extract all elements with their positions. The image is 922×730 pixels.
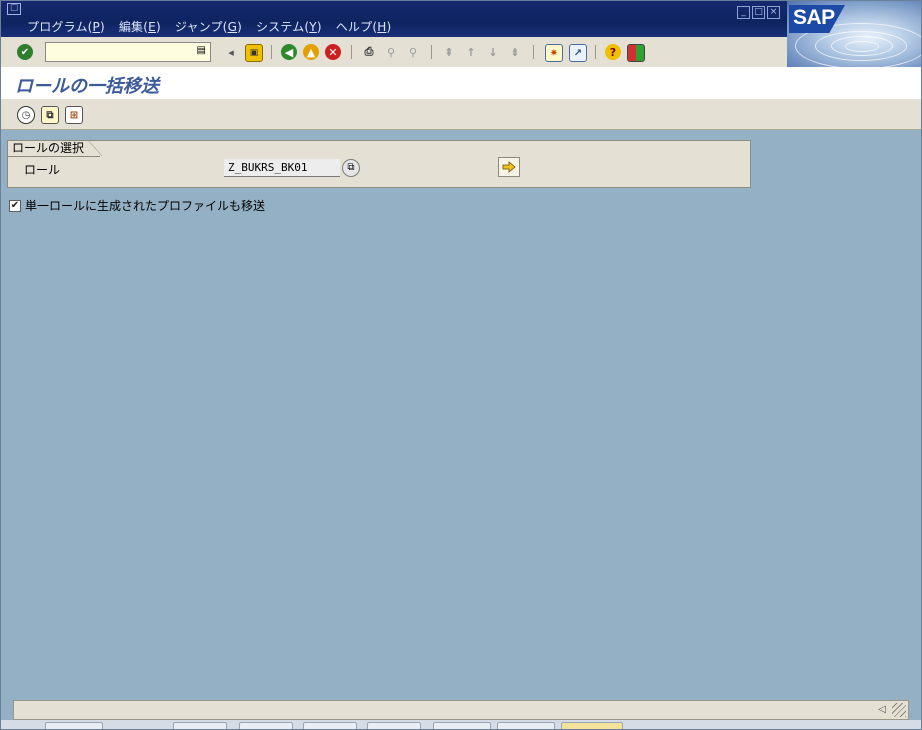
separator — [533, 45, 534, 59]
enter-icon[interactable]: ✔ — [17, 44, 33, 60]
menu-edit[interactable]: 編集(E) — [119, 18, 161, 35]
save-icon[interactable]: ▣ — [245, 44, 263, 62]
taskbar-button[interactable] — [239, 722, 293, 729]
taskbar-button[interactable] — [367, 722, 421, 729]
collapse-arrow-icon[interactable]: ◂ — [223, 44, 239, 60]
separator — [431, 45, 432, 59]
taskbar-button[interactable] — [561, 722, 623, 729]
role-label: ロール — [24, 163, 61, 177]
taskbar-button[interactable] — [173, 722, 227, 729]
group-title: ロールの選択 — [7, 140, 103, 157]
close-icon[interactable]: × — [767, 6, 780, 19]
multiple-selection-button[interactable]: ⧉ — [342, 159, 360, 177]
taskbar-button[interactable] — [433, 722, 491, 729]
status-bar: ◁ — [13, 700, 909, 720]
separator — [595, 45, 596, 59]
next-page-icon: ↓ — [488, 45, 498, 59]
standard-toolbar: ✔ ▤ ◂ ▣ ◀ ▲ ✕ ⎙ ⚲ ⚲ ⇞ ↑ ↓ ⇟ ✷ ↗ ? — [1, 37, 787, 68]
application-toolbar: ◷ ⧉ ⊞ — [1, 99, 921, 130]
taskbar-button[interactable] — [497, 722, 555, 729]
last-page-icon: ⇟ — [510, 45, 520, 59]
maximize-icon[interactable]: □ — [752, 6, 765, 19]
taskbar-button[interactable] — [303, 722, 357, 729]
title-bar: ロールの一括移送 — [1, 67, 921, 100]
resize-grip[interactable] — [892, 703, 906, 717]
command-field[interactable]: ▤ — [45, 42, 211, 62]
help-icon[interactable]: ? — [605, 44, 621, 60]
command-history-icon[interactable]: ▤ — [197, 45, 206, 56]
first-page-icon: ⇞ — [444, 45, 454, 59]
menu-system[interactable]: システム(Y) — [256, 18, 322, 35]
create-shortcut-icon[interactable]: ↗ — [569, 44, 587, 62]
find-icon: ⚲ — [386, 45, 396, 59]
role-input[interactable]: Z_BUKRS_BK01 — [224, 159, 340, 177]
separator — [351, 45, 352, 59]
transport-profiles-label: 単一ロールに生成されたプロファイルも移送 — [25, 199, 266, 213]
menu-help[interactable]: ヘルプ(H) — [336, 18, 392, 35]
sap-logo-area: SAP — [787, 1, 921, 67]
taskbar — [1, 720, 921, 729]
execute-icon[interactable]: ◷ — [17, 106, 35, 124]
previous-page-icon: ↑ — [466, 45, 476, 59]
sap-window: ☐ プログラム(P) 編集(E) ジャンプ(G) システム(Y) ヘルプ(H) … — [0, 0, 922, 730]
command-input[interactable] — [48, 44, 192, 62]
role-selection-group: ロールの選択 ロール Z_BUKRS_BK01 ⧉ — [7, 140, 751, 188]
separator — [271, 45, 272, 59]
menu-program[interactable]: プログラム(P) — [27, 18, 105, 35]
layout-menu-icon[interactable] — [627, 44, 645, 62]
variant-icon[interactable]: ⊞ — [65, 106, 83, 124]
create-session-icon[interactable]: ✷ — [545, 44, 563, 62]
print-icon[interactable]: ⎙ — [361, 44, 377, 60]
transport-profiles-option[interactable]: ✔ 単一ロールに生成されたプロファイルも移送 — [9, 197, 265, 214]
system-menu-icon[interactable]: ☐ — [7, 3, 21, 15]
window-controls: _ □ × — [737, 6, 780, 19]
multiple-selection-icon[interactable]: ⧉ — [41, 106, 59, 124]
menu: プログラム(P) 編集(E) ジャンプ(G) システム(Y) ヘルプ(H) — [27, 18, 391, 35]
menu-bar: ☐ プログラム(P) 編集(E) ジャンプ(G) システム(Y) ヘルプ(H) … — [1, 1, 921, 37]
arrow-right-icon — [502, 161, 516, 173]
page-title: ロールの一括移送 — [15, 76, 159, 97]
next-arrow-button[interactable] — [498, 157, 520, 177]
menu-goto[interactable]: ジャンプ(G) — [175, 18, 242, 35]
sap-logo-text: SAP — [793, 6, 835, 29]
taskbar-button[interactable] — [45, 722, 103, 729]
cancel-icon[interactable]: ✕ — [325, 44, 341, 60]
minimize-icon[interactable]: _ — [737, 6, 750, 19]
transport-profiles-checkbox[interactable]: ✔ — [9, 199, 21, 212]
main-content: ロールの選択 ロール Z_BUKRS_BK01 ⧉ ✔ 単一ロールに生成されたプ… — [1, 130, 921, 700]
status-expand-icon[interactable]: ◁ — [878, 704, 886, 715]
back-icon[interactable]: ◀ — [281, 44, 297, 60]
exit-icon[interactable]: ▲ — [303, 44, 319, 60]
find-next-icon: ⚲ — [408, 45, 418, 59]
